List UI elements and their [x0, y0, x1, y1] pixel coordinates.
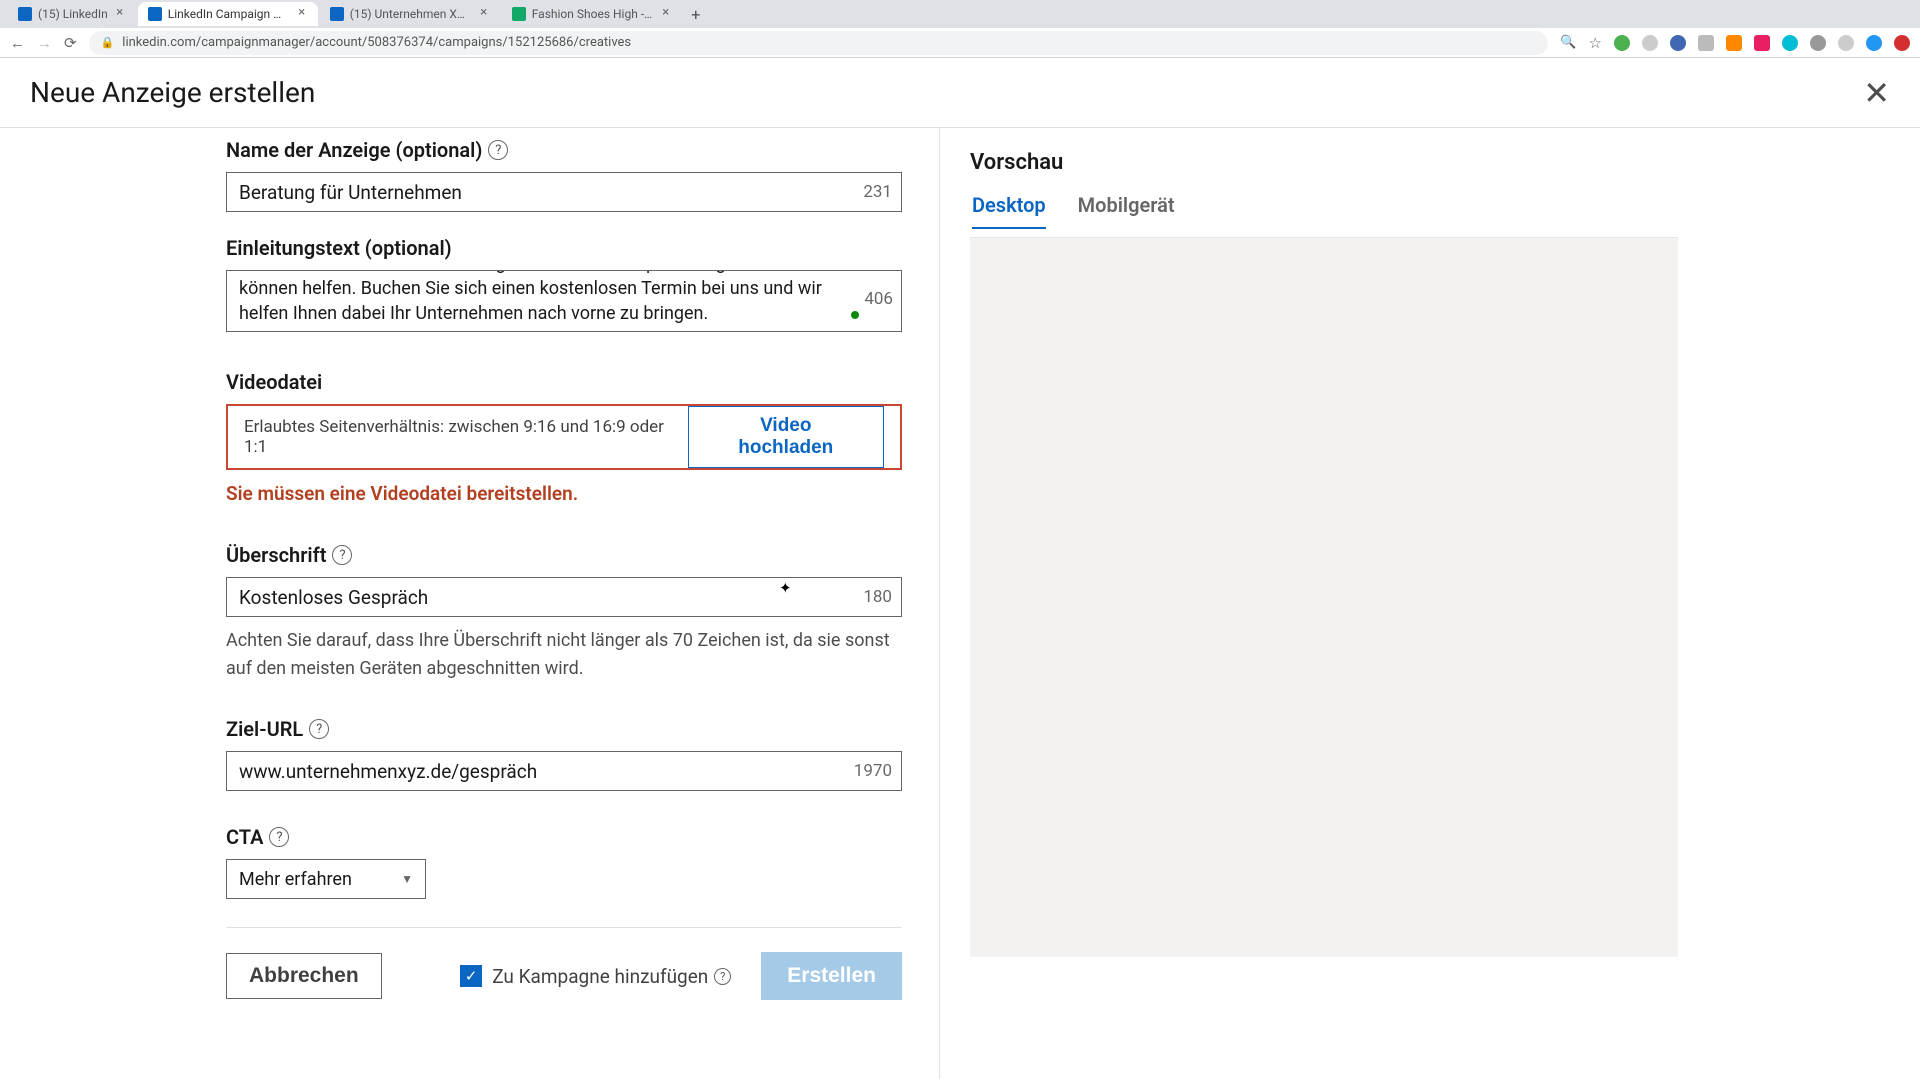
help-icon[interactable]: ? [269, 827, 289, 847]
video-file-group: Videodatei Erlaubtes Seitenverhältnis: z… [226, 370, 919, 505]
cancel-button[interactable]: Abbrechen [226, 953, 382, 999]
tab-title: LinkedIn Campaign Manager [168, 7, 290, 21]
new-tab-button[interactable]: + [684, 5, 708, 24]
cta-label: CTA ? [226, 825, 919, 849]
char-counter: 180 [863, 587, 892, 607]
ad-name-group: Name der Anzeige (optional) ? 231 [226, 138, 919, 212]
help-icon[interactable]: ? [332, 545, 352, 565]
preview-tabs: Desktop Mobilgerät [970, 193, 1678, 229]
extension-icon[interactable] [1894, 35, 1910, 51]
close-icon[interactable]: × [660, 8, 672, 20]
video-upload-box: Erlaubtes Seitenverhältnis: zwischen 9:1… [226, 404, 902, 470]
url-text: linkedin.com/campaignmanager/account/508… [122, 35, 631, 50]
zoom-icon[interactable]: 🔍 [1560, 35, 1576, 50]
headline-hint: Achten Sie darauf, dass Ihre Überschrift… [226, 627, 902, 683]
ad-name-label: Name der Anzeige (optional) ? [226, 138, 919, 162]
char-counter: 1970 [854, 761, 892, 781]
cta-group: CTA ? Mehr erfahren ▼ [226, 825, 919, 899]
ad-creation-modal: Neue Anzeige erstellen ✕ Name der Anzeig… [0, 58, 1920, 1080]
add-to-campaign-checkbox[interactable]: ✓ [460, 965, 482, 987]
target-url-group: Ziel-URL ? 1970 [226, 717, 919, 791]
modal-body: Name der Anzeige (optional) ? 231 Einlei… [0, 127, 1920, 1079]
extension-icon[interactable] [1866, 35, 1882, 51]
modal-header: Neue Anzeige erstellen ✕ [0, 58, 1920, 127]
form-column: Name der Anzeige (optional) ? 231 Einlei… [0, 128, 940, 1079]
tab-title: Fashion Shoes High - Free ph [532, 7, 654, 21]
intro-text-input[interactable]: Wächst Ihr Unternehmen nur langsam oder … [226, 270, 902, 332]
extension-icon[interactable] [1810, 35, 1826, 51]
status-dot-icon [851, 311, 859, 319]
star-icon[interactable]: ☆ [1589, 34, 1602, 52]
help-icon[interactable]: ? [309, 719, 329, 739]
tab-desktop[interactable]: Desktop [972, 193, 1046, 229]
char-counter: 231 [863, 182, 892, 202]
browser-tab[interactable]: (15) Unternehmen XYZ: Admin × [320, 2, 500, 26]
divider [226, 927, 902, 928]
browser-tab[interactable]: (15) LinkedIn × [8, 2, 136, 26]
tab-title: (15) Unternehmen XYZ: Admin [350, 7, 472, 21]
tab-mobile[interactable]: Mobilgerät [1078, 193, 1175, 229]
extension-icon[interactable] [1670, 35, 1686, 51]
extension-icon[interactable] [1726, 35, 1742, 51]
back-icon[interactable]: ← [10, 34, 25, 52]
extension-icon[interactable] [1642, 35, 1658, 51]
favicon-icon [148, 7, 162, 21]
browser-tab[interactable]: LinkedIn Campaign Manager × [138, 2, 318, 26]
address-bar: ← → ⟳ 🔒 linkedin.com/campaignmanager/acc… [0, 28, 1920, 58]
tab-strip: (15) LinkedIn × LinkedIn Campaign Manage… [0, 0, 1920, 28]
lock-icon: 🔒 [101, 36, 115, 49]
video-error-message: Sie müssen eine Videodatei bereitstellen… [226, 482, 919, 505]
help-icon[interactable]: ? [714, 968, 731, 985]
target-url-label: Ziel-URL ? [226, 717, 919, 741]
browser-tab[interactable]: Fashion Shoes High - Free ph × [502, 2, 682, 26]
help-icon[interactable]: ? [488, 140, 508, 160]
add-to-campaign-label: Zu Kampagne hinzufügen ? [492, 965, 731, 988]
add-to-campaign-checkbox-wrap: ✓ Zu Kampagne hinzufügen ? [460, 965, 731, 988]
close-icon[interactable]: ✕ [1863, 77, 1890, 109]
close-icon[interactable]: × [296, 8, 308, 20]
form-footer: Abbrechen ✓ Zu Kampagne hinzufügen ? Ers… [226, 952, 902, 1000]
extension-icon[interactable] [1838, 35, 1854, 51]
extension-icon[interactable] [1782, 35, 1798, 51]
modal-title: Neue Anzeige erstellen [30, 76, 315, 109]
favicon-icon [330, 7, 344, 21]
close-icon[interactable]: × [114, 8, 126, 20]
preview-canvas [970, 237, 1678, 957]
reload-icon[interactable]: ⟳ [64, 34, 77, 52]
preview-title: Vorschau [970, 150, 1678, 175]
video-hint: Erlaubtes Seitenverhältnis: zwischen 9:1… [244, 417, 688, 457]
favicon-icon [18, 7, 32, 21]
headline-label: Überschrift ? [226, 543, 919, 567]
target-url-input[interactable] [226, 751, 902, 791]
extension-icon[interactable] [1754, 35, 1770, 51]
extension-icon[interactable] [1614, 35, 1630, 51]
create-button[interactable]: Erstellen [761, 952, 902, 1000]
extension-icon[interactable] [1698, 35, 1714, 51]
chevron-down-icon: ▼ [401, 872, 413, 886]
forward-icon[interactable]: → [37, 34, 52, 52]
cta-selected-value: Mehr erfahren [239, 869, 352, 890]
url-input[interactable]: 🔒 linkedin.com/campaignmanager/account/5… [89, 31, 1549, 55]
intro-text-label: Einleitungstext (optional) [226, 236, 919, 260]
preview-header: Vorschau Desktop Mobilgerät [940, 128, 1708, 237]
video-file-label: Videodatei [226, 370, 919, 394]
intro-text-group: Einleitungstext (optional) Wächst Ihr Un… [226, 236, 919, 332]
upload-video-button[interactable]: Video hochladen [688, 406, 884, 468]
favicon-icon [512, 7, 526, 21]
ad-name-input[interactable] [226, 172, 902, 212]
headline-group: Überschrift ? 180 Achten Sie darauf, das… [226, 543, 919, 683]
preview-column: Vorschau Desktop Mobilgerät [940, 128, 1708, 1079]
char-counter: 406 [864, 289, 893, 309]
tab-title: (15) LinkedIn [38, 7, 108, 21]
extension-icons [1614, 35, 1910, 51]
close-icon[interactable]: × [478, 8, 490, 20]
headline-input[interactable] [226, 577, 902, 617]
browser-chrome: (15) LinkedIn × LinkedIn Campaign Manage… [0, 0, 1920, 58]
cta-select[interactable]: Mehr erfahren ▼ [226, 859, 426, 899]
